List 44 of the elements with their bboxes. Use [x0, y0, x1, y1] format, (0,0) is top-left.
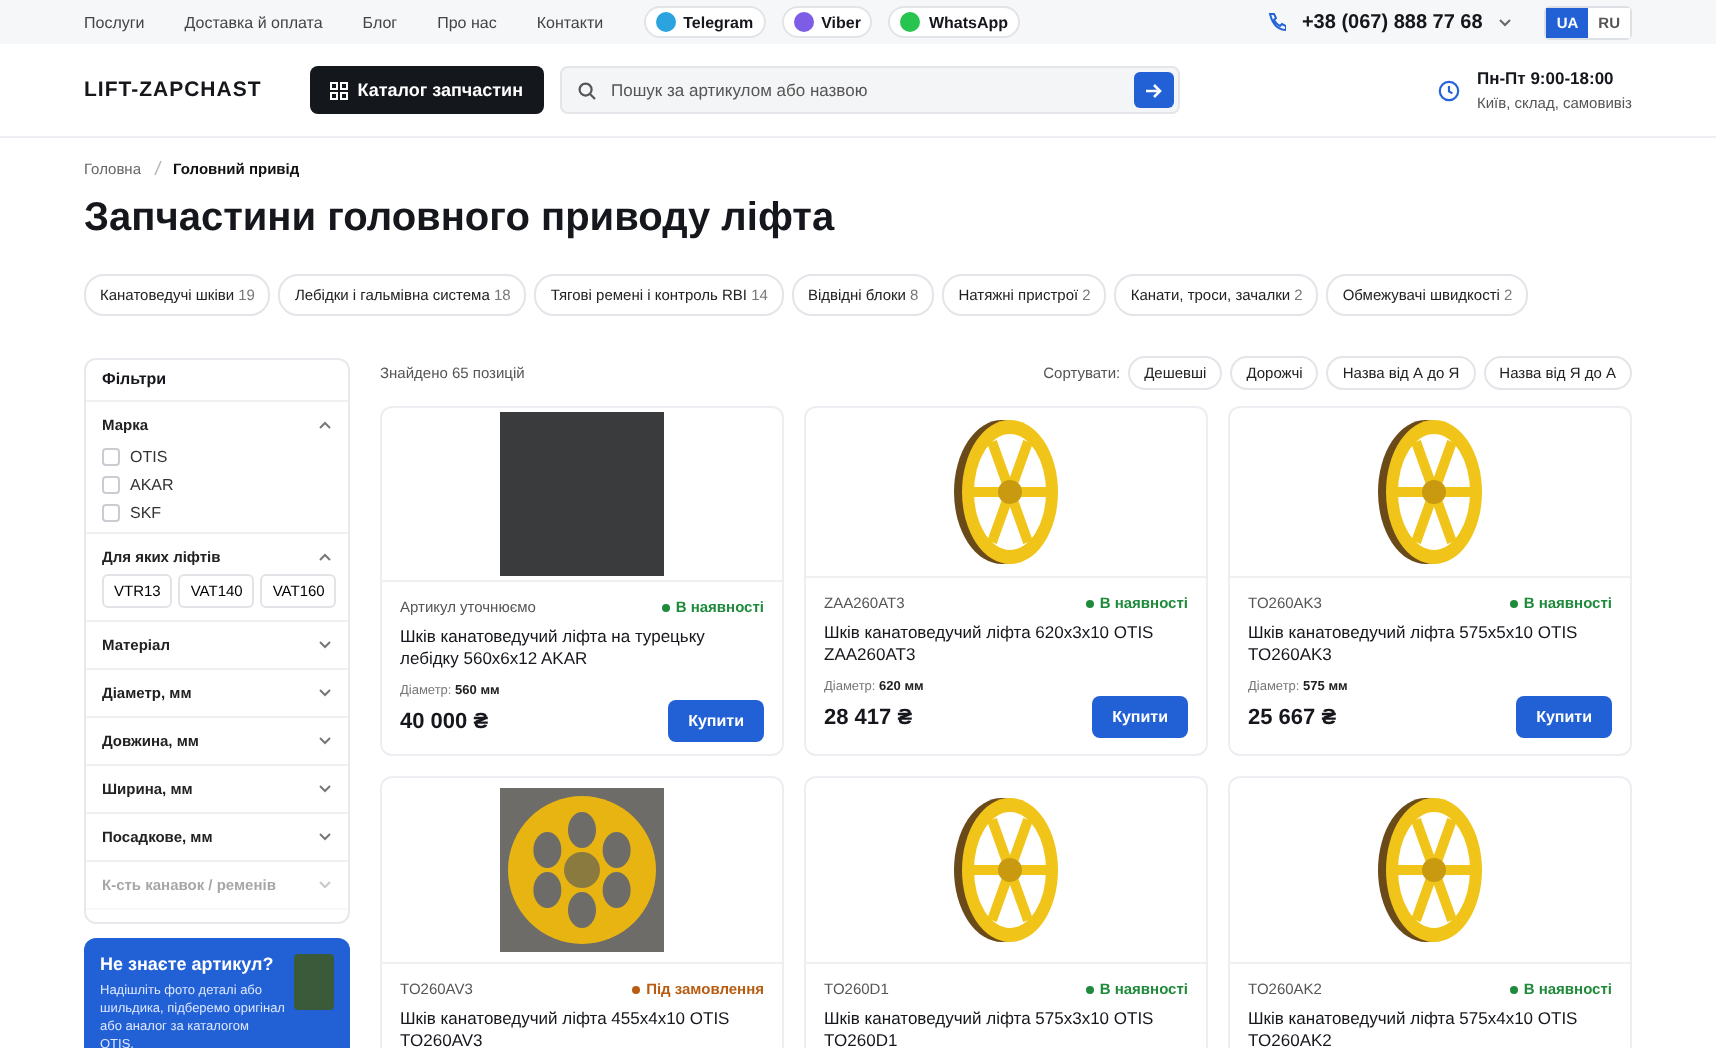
- product-name[interactable]: Шків канатоведучий ліфта на турецьку лебідку 560x6x12 AKAR: [400, 626, 764, 670]
- product-name[interactable]: Шків канатоведучий ліфта 455x4x10 OTIS TO260AV3: [400, 1008, 764, 1048]
- top-nav-link[interactable]: Блог: [362, 13, 398, 31]
- product-price: 28 417 ₴: [824, 705, 913, 729]
- arrow-right-icon: [1144, 81, 1163, 99]
- chevron-down-icon: [1498, 17, 1513, 27]
- breadcrumb-separator-icon: [153, 160, 161, 176]
- promo-title: Не знаєте артикул?: [100, 954, 276, 974]
- clock-icon: [1438, 79, 1461, 101]
- checkbox-label: OTIS: [130, 448, 168, 466]
- logo[interactable]: LIFT-ZAPCHAST: [84, 78, 262, 102]
- page-title: Запчастини головного приводу ліфта: [84, 196, 837, 242]
- top-nav-link[interactable]: Про нас: [437, 13, 497, 31]
- product-price: 40 000 ₴: [400, 709, 489, 733]
- messenger-link[interactable]: Telegram: [643, 6, 766, 38]
- search-submit-button[interactable]: [1133, 72, 1174, 108]
- product-name[interactable]: Шків канатоведучий ліфта 575x3x10 OTIS TO260D1: [824, 1008, 1188, 1048]
- search-field[interactable]: Пошук за артикулом або назвою: [559, 66, 1180, 114]
- phone-icon: [1265, 12, 1286, 32]
- buy-button[interactable]: Купити: [1516, 696, 1612, 738]
- checkbox-label: AKAR: [130, 476, 174, 494]
- circuit-board-photo-placeholder: [294, 954, 334, 1010]
- working-hours: Пн-Пт 9:00-18:00: [1476, 68, 1616, 88]
- catalog-button[interactable]: Каталог запчастин: [309, 66, 544, 114]
- top-nav-link[interactable]: Контакти: [536, 13, 604, 31]
- messenger-link[interactable]: Viber: [781, 6, 873, 38]
- search-icon: [577, 81, 596, 99]
- top-nav-link[interactable]: Доставка й оплата: [184, 13, 323, 31]
- checkbox-label: SKF: [130, 504, 162, 522]
- messenger-link[interactable]: WhatsApp: [888, 6, 1021, 38]
- filter-panel-title: Фільтри: [86, 360, 348, 402]
- product-name[interactable]: Шків канатоведучий ліфта 620x3x10 OTIS ZAA260AT3: [824, 622, 1188, 666]
- phone-link[interactable]: +38 (067) 888 77 68: [1301, 11, 1483, 33]
- checkbox[interactable]: [102, 448, 120, 466]
- buy-button[interactable]: Купити: [668, 700, 764, 742]
- product-name[interactable]: Шків канатоведучий ліфта 575x4x10 OTIS TO260AK2: [1248, 1008, 1612, 1048]
- checkbox[interactable]: [102, 504, 120, 522]
- search-input[interactable]: Пошук за артикулом або назвою: [607, 78, 1122, 102]
- product-price: 25 667 ₴: [1248, 705, 1337, 729]
- top-nav-link[interactable]: Послуги: [84, 13, 145, 31]
- checkbox[interactable]: [102, 476, 120, 494]
- grid-icon: [329, 81, 348, 99]
- product-name[interactable]: Шків канатоведучий ліфта 575x5x10 OTIS TO260AK3: [1248, 622, 1612, 666]
- buy-button[interactable]: Купити: [1092, 696, 1188, 738]
